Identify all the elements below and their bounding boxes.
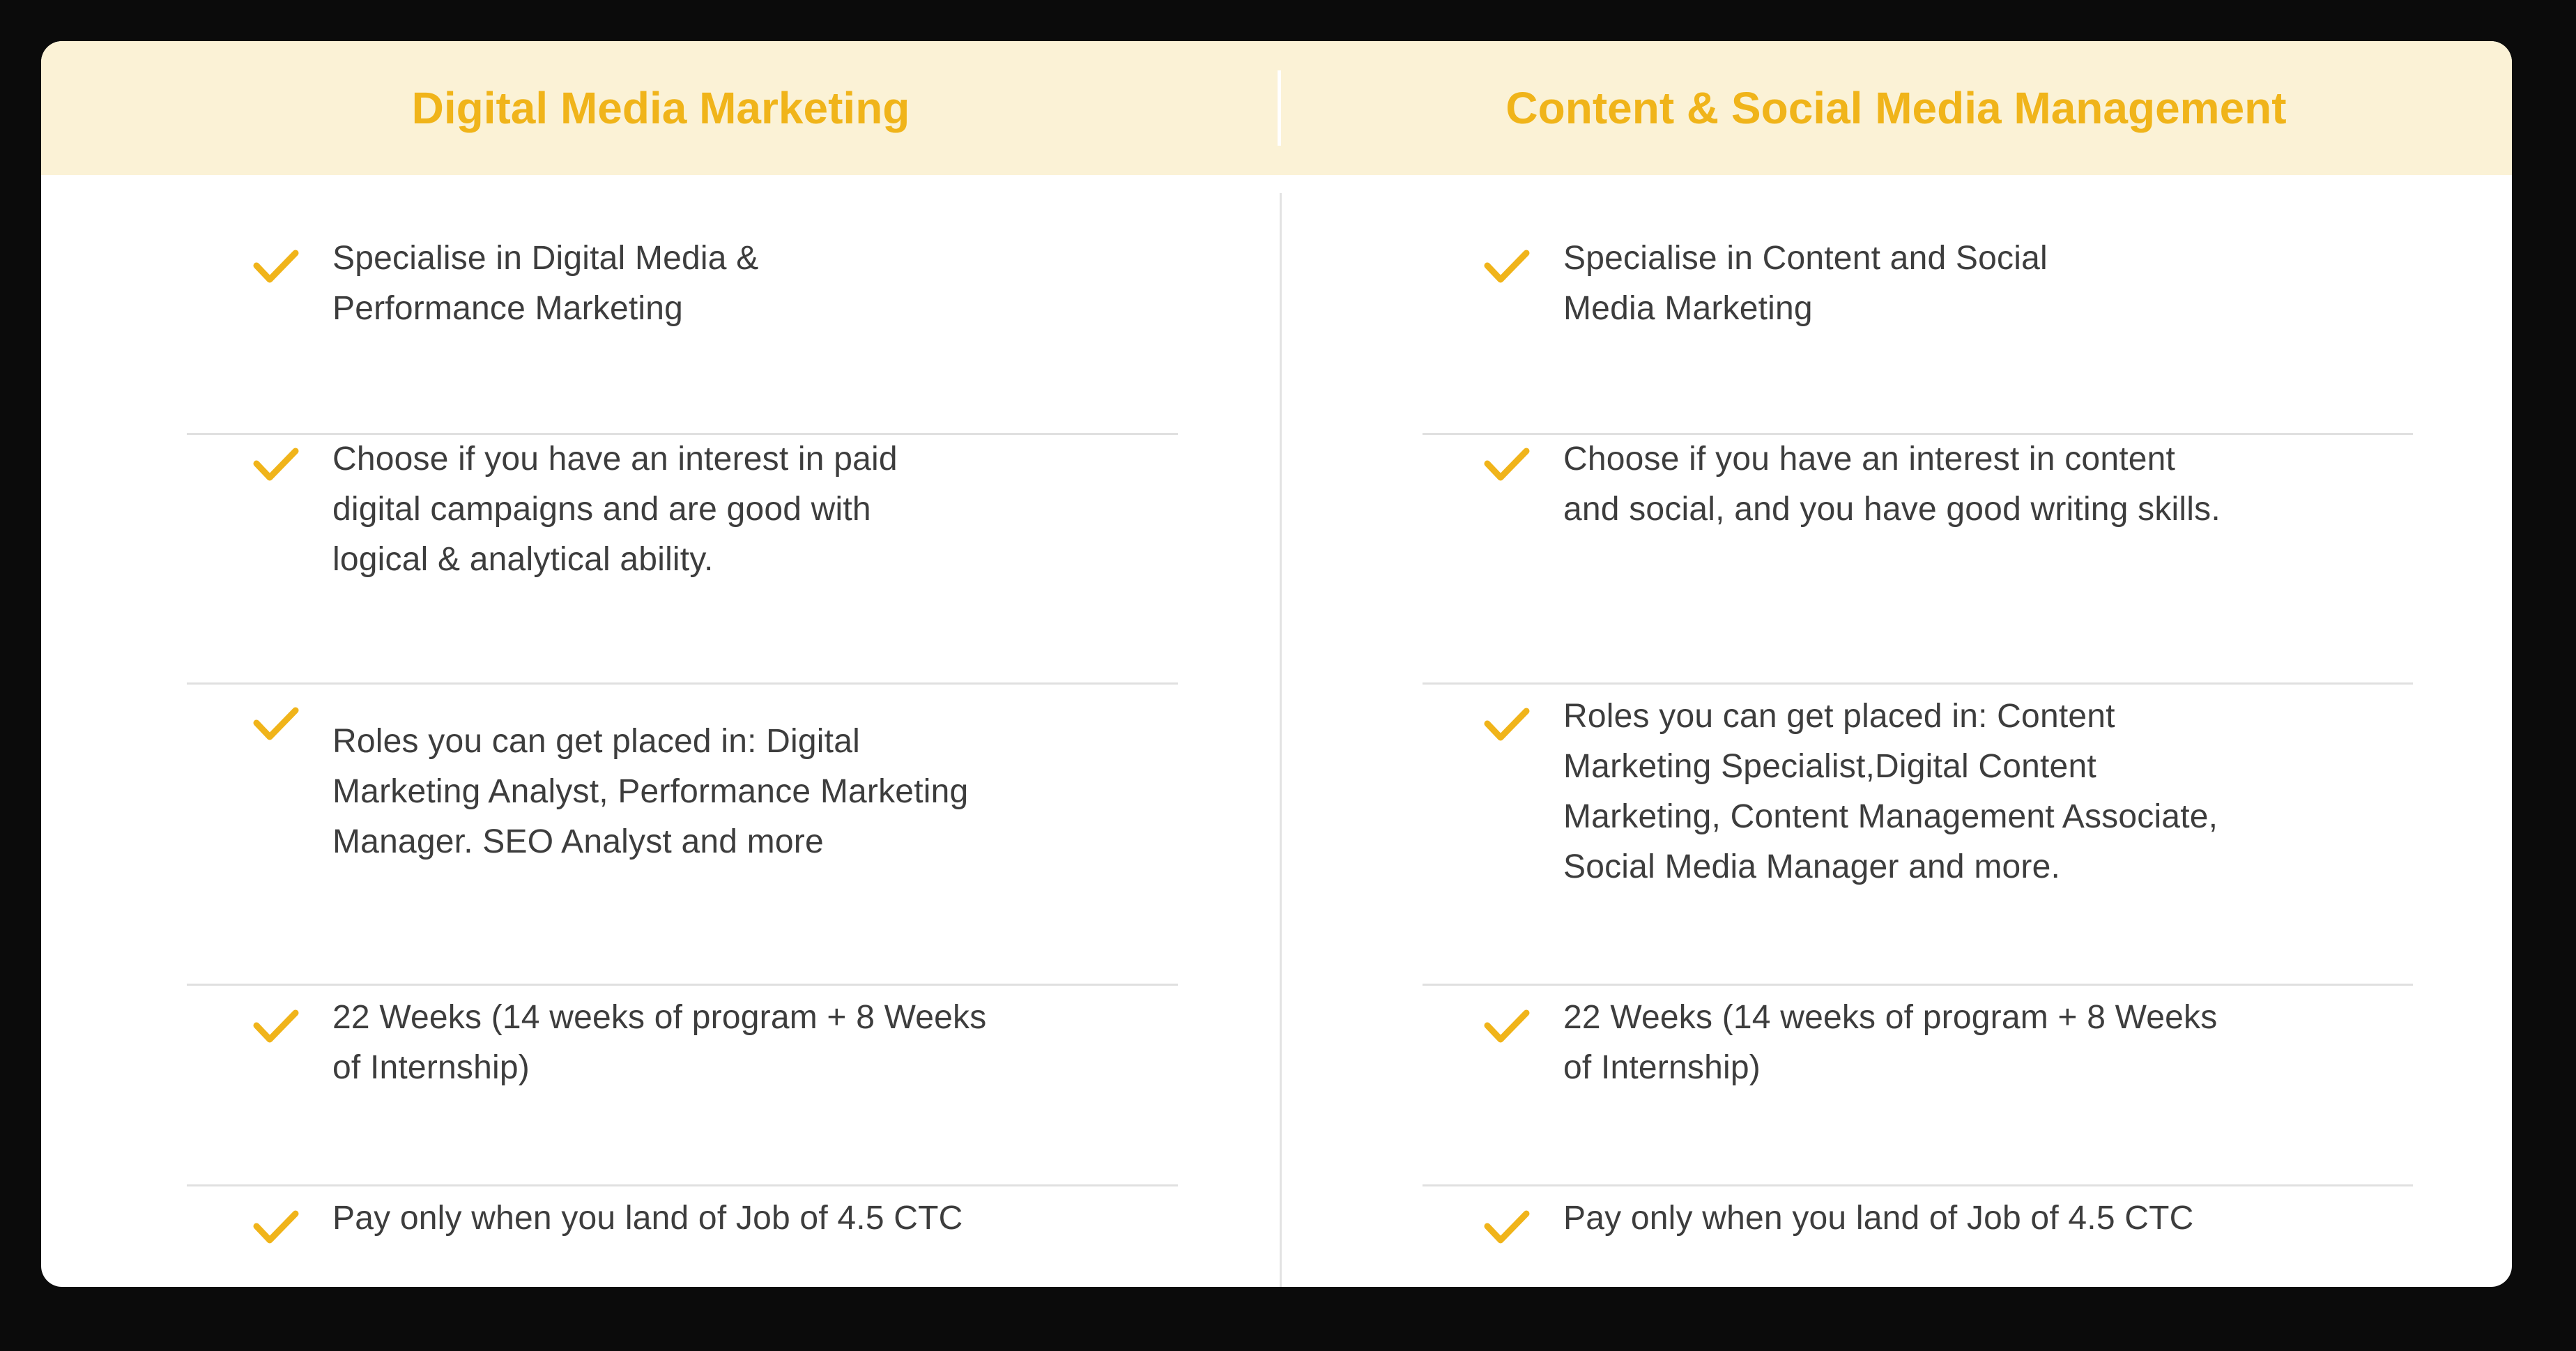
comparison-card: Digital Media Marketing Content & Social… — [41, 41, 2512, 1287]
column-title-digital-media: Digital Media Marketing — [411, 83, 910, 133]
check-icon — [253, 448, 299, 481]
comparison-header: Digital Media Marketing Content & Social… — [41, 41, 2512, 175]
feature-text: Pay only when you land of Job of 4.5 CTC — [332, 1200, 963, 1237]
column-digital-media: Specialise in Digital Media & Performanc… — [41, 175, 1279, 1287]
row-divider — [187, 682, 1178, 685]
feature-text: Choose if you have an interest in conten… — [1563, 441, 2221, 528]
check-icon — [1484, 708, 1530, 741]
column-title-content-social: Content & Social Media Management — [1505, 83, 2287, 133]
check-icon — [1484, 448, 1530, 481]
check-icon — [253, 1210, 299, 1244]
check-icon — [253, 1009, 299, 1043]
check-icon — [253, 250, 299, 283]
feature-text: Choose if you have an interest in paid d… — [332, 441, 898, 578]
feature-text: Roles you can get placed in: Digital Mar… — [332, 723, 969, 860]
check-icon — [1484, 1210, 1530, 1244]
feature-text: Specialise in Digital Media & Performanc… — [332, 240, 759, 327]
row-divider — [187, 984, 1178, 986]
row-divider — [1423, 1184, 2413, 1186]
feature-text: Pay only when you land of Job of 4.5 CTC — [1563, 1200, 2194, 1237]
check-icon — [1484, 1009, 1530, 1043]
feature-text: Roles you can get placed in: Content Mar… — [1563, 698, 2218, 885]
check-icon — [253, 707, 299, 740]
column-content-social: Specialise in Content and Social Media M… — [1282, 175, 2512, 1287]
feature-text: 22 Weeks (14 weeks of program + 8 Weeks … — [1563, 999, 2218, 1086]
feature-text: Specialise in Content and Social Media M… — [1563, 240, 2048, 327]
row-divider — [1423, 682, 2413, 685]
feature-text: 22 Weeks (14 weeks of program + 8 Weeks … — [332, 999, 987, 1086]
check-icon — [1484, 250, 1530, 283]
row-divider — [187, 1184, 1178, 1186]
row-divider — [1423, 984, 2413, 986]
